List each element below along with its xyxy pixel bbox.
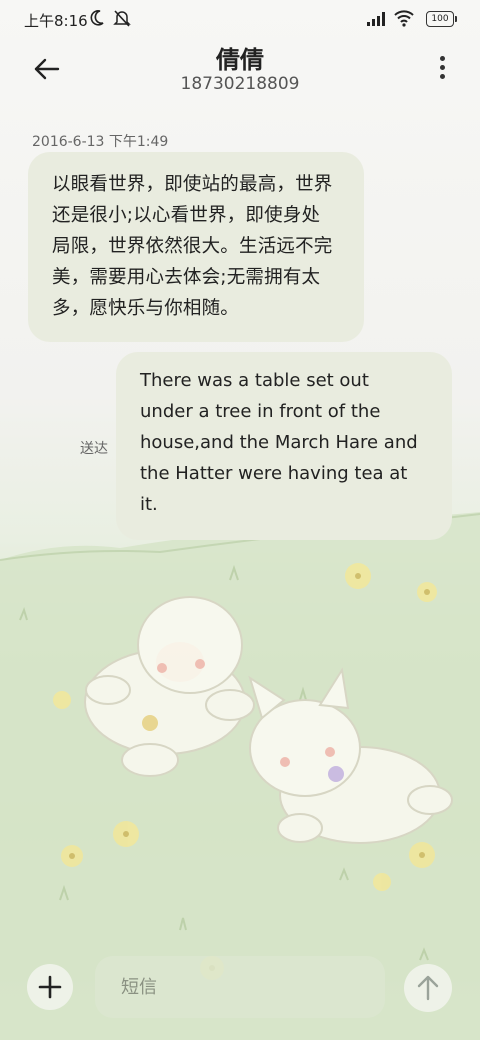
received-message-bubble[interactable]: 以眼看世界，即使站的最高，世界 还是很小;以心看世界，即使身处 局限，世界依然很…: [28, 152, 364, 342]
message-input[interactable]: [95, 956, 385, 1018]
back-button[interactable]: [26, 52, 66, 86]
more-options-button[interactable]: [434, 54, 450, 84]
message-line: it.: [140, 494, 158, 515]
conversation-header: 倩倩 18730218809: [0, 40, 480, 110]
delivery-status: 送达: [80, 441, 108, 457]
message-timestamp: 2016-6-13 下午1:49: [32, 134, 169, 150]
sent-message-bubble[interactable]: There was a table set out under a tree i…: [116, 352, 452, 540]
add-attachment-button[interactable]: [27, 964, 73, 1010]
message-line: 以眼看世界，即使站的最高，世界: [52, 174, 333, 195]
message-line: 还是很小;以心看世界，即使身处: [52, 205, 321, 226]
moon-icon: [90, 10, 104, 26]
contact-phone-number: 18730218809: [180, 74, 300, 94]
send-arrow-icon: [417, 975, 439, 1001]
status-time: 上午8:16: [24, 12, 88, 30]
status-bar: 上午8:16 100: [0, 0, 480, 40]
message-line: under a tree in front of the: [140, 401, 381, 422]
back-arrow-icon: [34, 58, 60, 80]
battery-icon: 100: [426, 11, 457, 27]
message-line: house,and the March Hare and: [140, 432, 418, 453]
signal-icon: [367, 12, 385, 26]
mute-icon: [113, 10, 131, 27]
contact-name: 倩倩: [216, 46, 264, 74]
more-vertical-icon: [434, 56, 450, 79]
message-line: 多，愿快乐与你相随。: [52, 298, 240, 319]
plus-icon: [38, 975, 62, 999]
message-line: There was a table set out: [140, 370, 369, 391]
message-line: 局限，世界依然很大。生活远不完: [52, 236, 333, 257]
send-button[interactable]: [404, 964, 452, 1012]
message-line: the Hatter were having tea at: [140, 463, 408, 484]
message-line: 美，需要用心去体会;无需拥有太: [52, 267, 321, 288]
wifi-icon: [394, 10, 414, 27]
